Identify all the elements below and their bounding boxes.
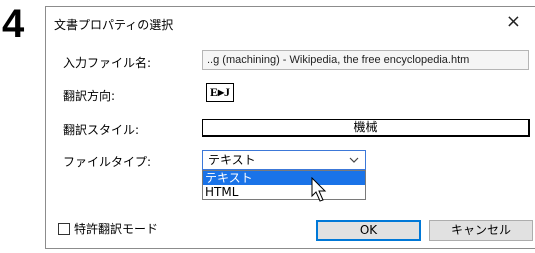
- patent-mode-label: 特許翻訳モード: [74, 222, 159, 236]
- style-label: 翻訳スタイル:: [63, 123, 140, 137]
- filetype-label: ファイルタイプ:: [63, 155, 152, 169]
- title-bar: 文書プロパティの選択 ×: [46, 7, 535, 39]
- direction-badge[interactable]: E▸J: [206, 83, 235, 102]
- input-file-label: 入力ファイル名:: [63, 56, 152, 70]
- input-file-field: ..g (machining) - Wikipedia, the free en…: [202, 50, 529, 70]
- direction-label: 翻訳方向:: [63, 89, 116, 103]
- style-field[interactable]: 機械: [202, 119, 530, 137]
- step-number: 4: [2, 2, 25, 46]
- dropdown-option-html[interactable]: HTML: [203, 185, 365, 199]
- mouse-pointer-icon: [311, 177, 327, 202]
- dropdown-option-text[interactable]: テキスト: [203, 171, 365, 185]
- dialog-title: 文書プロパティの選択: [54, 18, 174, 32]
- close-icon[interactable]: ×: [506, 11, 521, 32]
- filetype-select[interactable]: テキスト: [202, 150, 366, 170]
- ok-button[interactable]: OK: [316, 220, 421, 241]
- cancel-button[interactable]: キャンセル: [429, 220, 533, 241]
- checkbox-box[interactable]: [58, 222, 70, 235]
- patent-mode-checkbox[interactable]: 特許翻訳モード: [58, 220, 158, 237]
- document-properties-dialog: 文書プロパティの選択 × 入力ファイル名: ..g (machining) - …: [45, 6, 535, 249]
- filetype-dropdown-list: テキスト HTML: [202, 170, 366, 200]
- filetype-selected-value: テキスト: [208, 153, 256, 167]
